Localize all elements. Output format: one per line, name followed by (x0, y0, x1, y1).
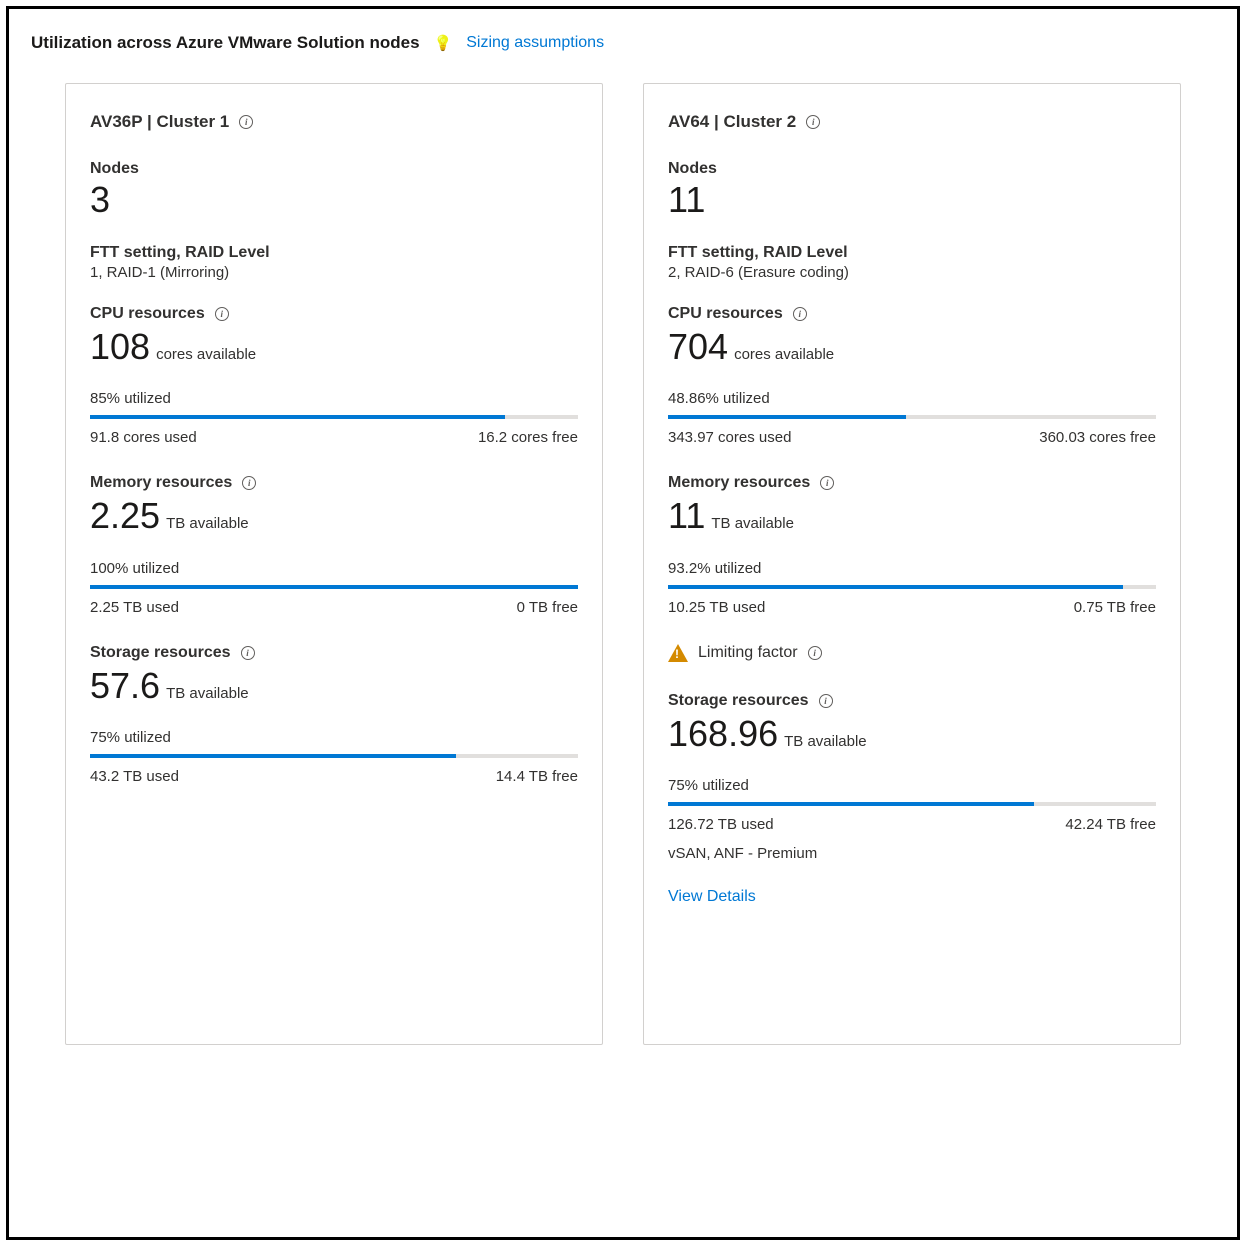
nodes-count: 11 (668, 180, 705, 220)
sizing-assumptions-link[interactable]: Sizing assumptions (466, 34, 604, 52)
cpu-progress (668, 415, 1156, 419)
cluster-title-row: AV36P | Cluster 1 i (90, 112, 578, 132)
storage-extra: vSAN, ANF - Premium (668, 845, 1156, 862)
storage-progress (668, 802, 1156, 806)
memory-unit: TB available (711, 515, 794, 532)
cpu-block: CPU resources i 704 cores available 48.8… (668, 305, 1156, 447)
info-icon[interactable]: i (241, 646, 255, 660)
memory-progress-fill (90, 585, 578, 589)
cpu-progress-fill (668, 415, 906, 419)
storage-used: 126.72 TB used (668, 816, 774, 833)
utilization-panel: Utilization across Azure VMware Solution… (6, 6, 1240, 1240)
info-icon[interactable]: i (242, 476, 256, 490)
cpu-value: 704 (668, 327, 728, 367)
info-icon[interactable]: i (793, 307, 807, 321)
cpu-progress (90, 415, 578, 419)
storage-free: 14.4 TB free (496, 768, 578, 785)
limiting-factor-label: Limiting factor (698, 644, 798, 662)
cpu-utilized: 85% utilized (90, 390, 578, 407)
storage-block: Storage resources i 57.6 TB available 75… (90, 644, 578, 786)
cpu-value: 108 (90, 327, 150, 367)
storage-unit: TB available (784, 733, 867, 750)
memory-used: 10.25 TB used (668, 599, 765, 616)
ftt-value: 1, RAID-1 (Mirroring) (90, 264, 578, 281)
memory-block: Memory resources i 2.25 TB available 100… (90, 474, 578, 616)
page-title: Utilization across Azure VMware Solution… (31, 33, 420, 53)
storage-utilized: 75% utilized (668, 777, 1156, 794)
cluster-title-row: AV64 | Cluster 2 i (668, 112, 1156, 132)
memory-utilized: 93.2% utilized (668, 560, 1156, 577)
storage-progress (90, 754, 578, 758)
panel-header: Utilization across Azure VMware Solution… (31, 33, 1215, 53)
memory-label: Memory resources (90, 474, 232, 492)
memory-progress (668, 585, 1156, 589)
ftt-label: FTT setting, RAID Level (90, 244, 578, 262)
cluster-title: AV36P | Cluster 1 (90, 112, 229, 132)
info-icon[interactable]: i (819, 694, 833, 708)
storage-progress-fill (668, 802, 1034, 806)
info-icon[interactable]: i (808, 646, 822, 660)
storage-unit: TB available (166, 685, 249, 702)
storage-label: Storage resources (668, 692, 809, 710)
view-details-link[interactable]: View Details (668, 888, 756, 905)
storage-value: 57.6 (90, 666, 160, 706)
cluster-card-2: AV64 | Cluster 2 i Nodes 11 FTT setting,… (643, 83, 1181, 1045)
info-icon[interactable]: i (806, 115, 820, 129)
nodes-label: Nodes (668, 160, 1156, 178)
cluster-title: AV64 | Cluster 2 (668, 112, 796, 132)
cpu-progress-fill (90, 415, 505, 419)
storage-utilized: 75% utilized (90, 729, 578, 746)
storage-used: 43.2 TB used (90, 768, 179, 785)
memory-free: 0.75 TB free (1074, 599, 1156, 616)
storage-block: Storage resources i 168.96 TB available … (668, 692, 1156, 834)
cpu-label: CPU resources (668, 305, 783, 323)
storage-progress-fill (90, 754, 456, 758)
memory-used: 2.25 TB used (90, 599, 179, 616)
cpu-free: 360.03 cores free (1039, 429, 1156, 446)
cpu-unit: cores available (734, 346, 834, 363)
nodes-value-row: 11 (668, 180, 1156, 220)
ftt-label: FTT setting, RAID Level (668, 244, 1156, 262)
ftt-value: 2, RAID-6 (Erasure coding) (668, 264, 1156, 281)
memory-value: 11 (668, 496, 705, 536)
nodes-value-row: 3 (90, 180, 578, 220)
info-icon[interactable]: i (820, 476, 834, 490)
storage-value: 168.96 (668, 714, 778, 754)
cpu-used: 343.97 cores used (668, 429, 791, 446)
memory-free: 0 TB free (517, 599, 578, 616)
memory-block: Memory resources i 11 TB available 93.2%… (668, 474, 1156, 616)
memory-unit: TB available (166, 515, 249, 532)
cpu-label: CPU resources (90, 305, 205, 323)
cpu-free: 16.2 cores free (478, 429, 578, 446)
cpu-block: CPU resources i 108 cores available 85% … (90, 305, 578, 447)
memory-progress-fill (668, 585, 1123, 589)
memory-label: Memory resources (668, 474, 810, 492)
info-icon[interactable]: i (239, 115, 253, 129)
storage-label: Storage resources (90, 644, 231, 662)
nodes-count: 3 (90, 180, 110, 220)
cpu-unit: cores available (156, 346, 256, 363)
nodes-label: Nodes (90, 160, 578, 178)
lightbulb-icon: 💡 (434, 34, 453, 52)
limiting-factor-row: Limiting factor i (668, 644, 1156, 662)
storage-free: 42.24 TB free (1065, 816, 1156, 833)
cluster-card-1: AV36P | Cluster 1 i Nodes 3 FTT setting,… (65, 83, 603, 1045)
cluster-cards: AV36P | Cluster 1 i Nodes 3 FTT setting,… (31, 83, 1215, 1045)
memory-utilized: 100% utilized (90, 560, 578, 577)
memory-value: 2.25 (90, 496, 160, 536)
warning-icon (668, 644, 688, 662)
cpu-utilized: 48.86% utilized (668, 390, 1156, 407)
info-icon[interactable]: i (215, 307, 229, 321)
cpu-used: 91.8 cores used (90, 429, 197, 446)
memory-progress (90, 585, 578, 589)
